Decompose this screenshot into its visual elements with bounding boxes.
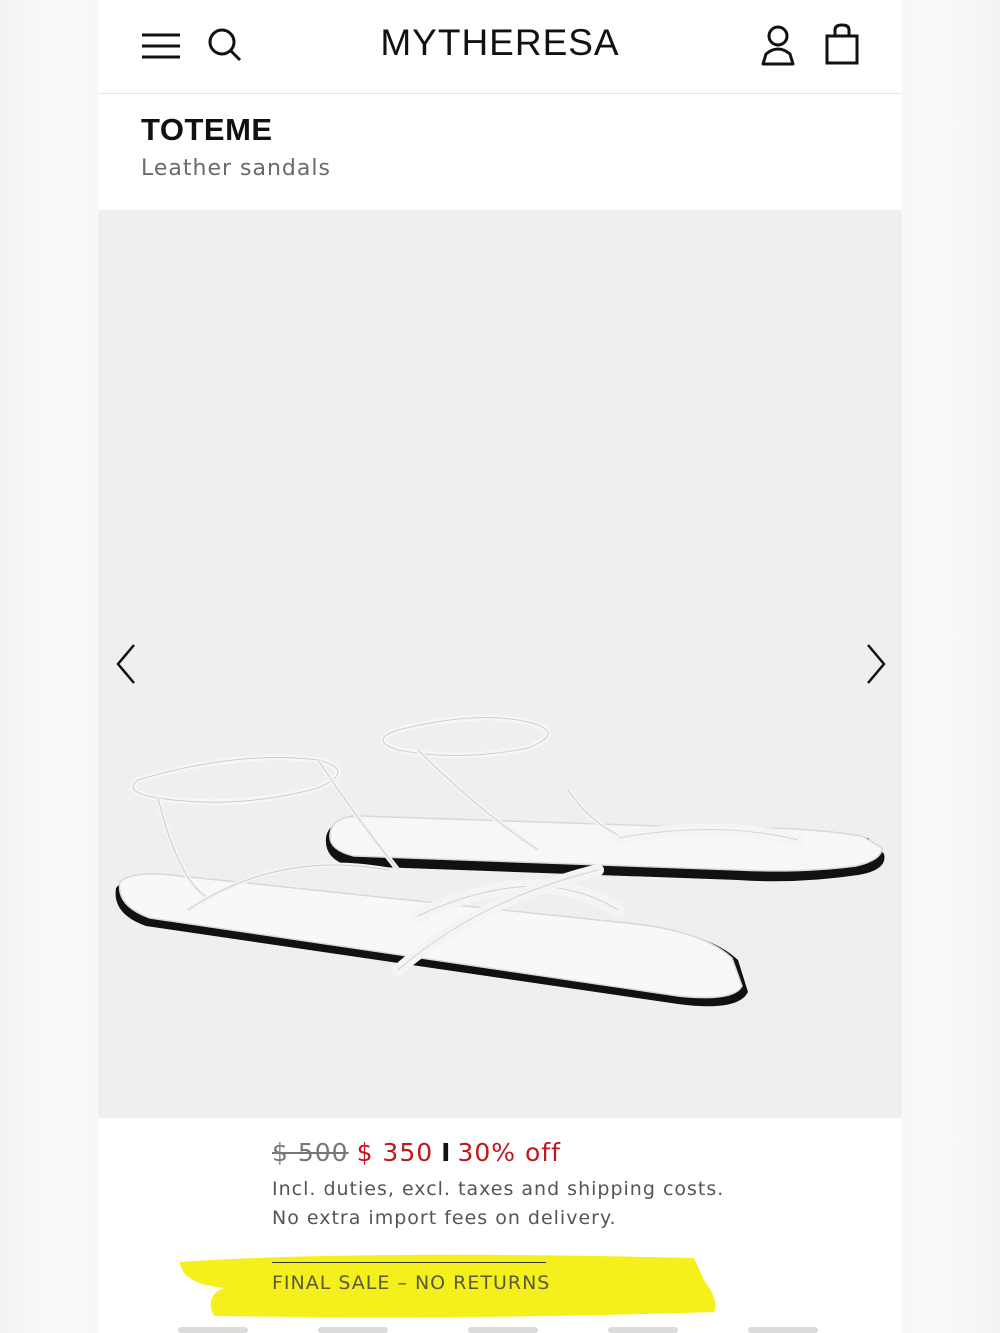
product-name: Leather sandals bbox=[141, 156, 331, 181]
product-gallery[interactable] bbox=[98, 210, 902, 1118]
sandal-back bbox=[325, 714, 885, 882]
final-sale-notice: FINAL SALE – NO RETURNS bbox=[272, 1272, 551, 1294]
bag-icon[interactable] bbox=[824, 22, 860, 66]
sale-price: $ 350 bbox=[356, 1138, 434, 1167]
sandal-front bbox=[115, 754, 748, 1007]
price-row: $ 500 $ 350 I 30% off bbox=[272, 1138, 561, 1167]
product-image bbox=[115, 714, 885, 1007]
discount-badge: 30% off bbox=[457, 1138, 561, 1167]
price-note-duties: Incl. duties, excl. taxes and shipping c… bbox=[272, 1178, 725, 1200]
price-note-import: No extra import fees on delivery. bbox=[272, 1207, 617, 1229]
page-bottom-edge bbox=[178, 1327, 818, 1333]
account-icon[interactable] bbox=[760, 24, 796, 66]
site-header: MYTHERESA bbox=[98, 0, 902, 94]
original-price: $ 500 bbox=[272, 1138, 349, 1167]
price-separator: I bbox=[441, 1138, 452, 1167]
product-page: MYTHERESA TOTEME Leather sandals $ 500 $… bbox=[98, 0, 902, 1333]
product-brand[interactable]: TOTEME bbox=[141, 112, 273, 148]
divider bbox=[272, 1262, 546, 1263]
